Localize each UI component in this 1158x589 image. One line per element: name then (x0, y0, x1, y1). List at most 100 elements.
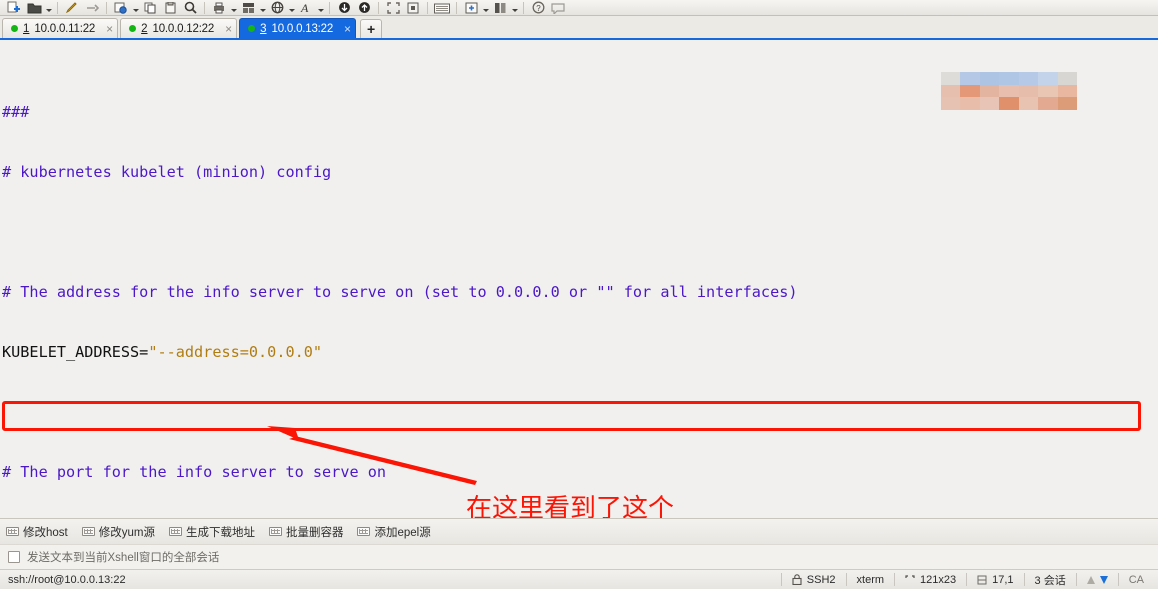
watermark-cell (941, 72, 961, 85)
watermark-cell (999, 97, 1019, 110)
keyboard-icon (357, 527, 371, 536)
chevron-down-icon[interactable] (229, 0, 238, 15)
quick-command-label: 生成下载地址 (185, 526, 255, 539)
quick-command-modify-host[interactable]: 修改host (6, 524, 68, 540)
toolbar-group: ? (528, 0, 568, 15)
toolbar-divider (329, 2, 330, 14)
quick-command-modify-yum[interactable]: 修改yum源 (81, 524, 155, 540)
quick-command-batch-delete-containers[interactable]: 批量删容器 (268, 524, 344, 540)
chevron-down-icon[interactable] (131, 0, 140, 15)
layout-icon[interactable] (238, 0, 258, 15)
split-view-icon[interactable] (490, 0, 510, 15)
chevron-down-icon[interactable] (510, 0, 519, 15)
chevron-down-icon[interactable] (44, 0, 53, 15)
env-var-name: KUBELET_ADDRESS= (2, 343, 149, 361)
connected-status-dot (11, 25, 18, 32)
connected-status-dot (248, 25, 256, 32)
status-bar-right-group: SSH2 xterm 121x23 17,1 3 会话 CA (780, 571, 1158, 589)
tip-balloon-icon[interactable] (548, 0, 568, 15)
find-search-icon[interactable] (180, 0, 200, 15)
status-dimensions-label: 121x23 (920, 573, 957, 586)
fullscreen-icon[interactable] (383, 0, 403, 15)
status-session-count: 3 会话 (1025, 571, 1076, 589)
terminal-screen[interactable]: ### # kubernetes kubelet (minion) config… (0, 38, 1158, 518)
font-size-icon[interactable]: A (296, 0, 316, 15)
status-caps-indicator: CA (1119, 571, 1154, 589)
close-icon[interactable]: × (225, 23, 232, 35)
cursor-position-icon (977, 575, 987, 584)
new-tab-button[interactable]: + (360, 19, 383, 38)
quick-command-generate-download-url[interactable]: 生成下载地址 (168, 524, 255, 540)
lock-icon (792, 574, 802, 585)
help-icon[interactable]: ? (528, 0, 548, 15)
transfer-zmodem-icon[interactable] (334, 0, 354, 15)
tab-label: 10.0.0.11:22 (34, 22, 96, 35)
log-icon[interactable] (403, 0, 423, 15)
sidebar-item-session-3[interactable]: 3 10.0.0.13:22 × (239, 18, 357, 38)
add-bookmark-icon[interactable] (461, 0, 481, 15)
paste-icon[interactable] (160, 0, 180, 15)
svg-text:?: ? (536, 4, 541, 13)
toolbar-divider (106, 2, 107, 14)
keyboard-icon (268, 527, 282, 536)
quick-command-label: 批量删容器 (285, 526, 344, 539)
status-dimensions: 121x23 (895, 571, 966, 589)
copy-icon[interactable] (140, 0, 160, 15)
watermark-cell (1018, 97, 1039, 110)
disconnect-icon[interactable] (82, 0, 102, 15)
xshell-window: A ? 1 10.0.0.11:22 × 2 10.0.0.12:22 × 3 … (0, 0, 1158, 589)
close-icon[interactable]: × (106, 23, 113, 35)
print-icon[interactable] (209, 0, 229, 15)
send-to-all-checkbox[interactable] (8, 551, 20, 563)
chevron-down-icon[interactable] (258, 0, 267, 15)
status-position-label: 17,1 (992, 573, 1014, 586)
main-toolbar: A ? (0, 0, 1158, 16)
status-bar: ssh://root@10.0.0.13:22 SSH2 xterm 121x2… (0, 569, 1158, 589)
toolbar-divider (57, 2, 58, 14)
terminal-line: # kubernetes kubelet (minion) config (2, 163, 332, 181)
watermark-cell (960, 84, 980, 98)
toolbar-group (4, 0, 53, 15)
sidebar-item-session-2[interactable]: 2 10.0.0.12:22 × (120, 18, 238, 38)
toolbar-divider (204, 2, 205, 14)
terminal-line: # The address for the info server to ser… (2, 283, 798, 301)
globe-icon[interactable] (267, 0, 287, 15)
watermark-cell (1057, 72, 1077, 85)
terminal-line: # The port for the info server to serve … (2, 463, 387, 481)
terminal-line: KUBELET_ADDRESS="--address=0.0.0.0" (0, 342, 1158, 362)
keyboard-icon[interactable] (432, 0, 452, 15)
tab-label: 10.0.0.12:22 (152, 22, 215, 35)
quick-command-label: 修改yum源 (98, 526, 155, 539)
tab-index: 1 (23, 22, 30, 35)
chevron-down-icon[interactable] (481, 0, 490, 15)
watermark-cell (979, 97, 1000, 110)
status-session-count-label: 3 会话 (1034, 574, 1066, 587)
watermark-row (941, 84, 1077, 98)
chevron-down-icon[interactable] (316, 0, 325, 15)
resize-icon (905, 574, 915, 578)
quick-command-label: 添加epel源 (374, 526, 431, 539)
toolbar-divider (523, 2, 524, 14)
sidebar-item-session-1[interactable]: 1 10.0.0.11:22 × (2, 18, 119, 38)
transfer-sftp-icon[interactable] (354, 0, 374, 15)
new-session-icon[interactable] (4, 0, 24, 15)
download-arrow-icon (1099, 575, 1108, 584)
properties-gear-icon[interactable] (111, 0, 131, 15)
chevron-down-icon[interactable] (287, 0, 296, 15)
watermark-row (941, 97, 1077, 110)
status-cursor-position: 17,1 (967, 571, 1023, 589)
status-protocol-label: SSH2 (806, 573, 836, 586)
close-icon[interactable]: × (344, 23, 351, 35)
watermark-cell (1038, 72, 1058, 85)
keyboard-icon (81, 527, 95, 536)
status-connection-url: ssh://root@10.0.0.13:22 (8, 573, 126, 586)
open-folder-icon[interactable] (24, 0, 44, 15)
highlight-pen-icon[interactable] (62, 0, 82, 15)
quick-command-bar: 修改host 修改yum源 生成下载地址 批量删容器 添加epel源 (0, 518, 1158, 544)
tab-index: 3 (260, 22, 267, 35)
toolbar-group (383, 0, 423, 15)
watermark-cell (1057, 97, 1077, 110)
status-terminal-type-label: xterm (856, 573, 885, 586)
quick-command-add-epel-repo[interactable]: 添加epel源 (357, 524, 431, 540)
